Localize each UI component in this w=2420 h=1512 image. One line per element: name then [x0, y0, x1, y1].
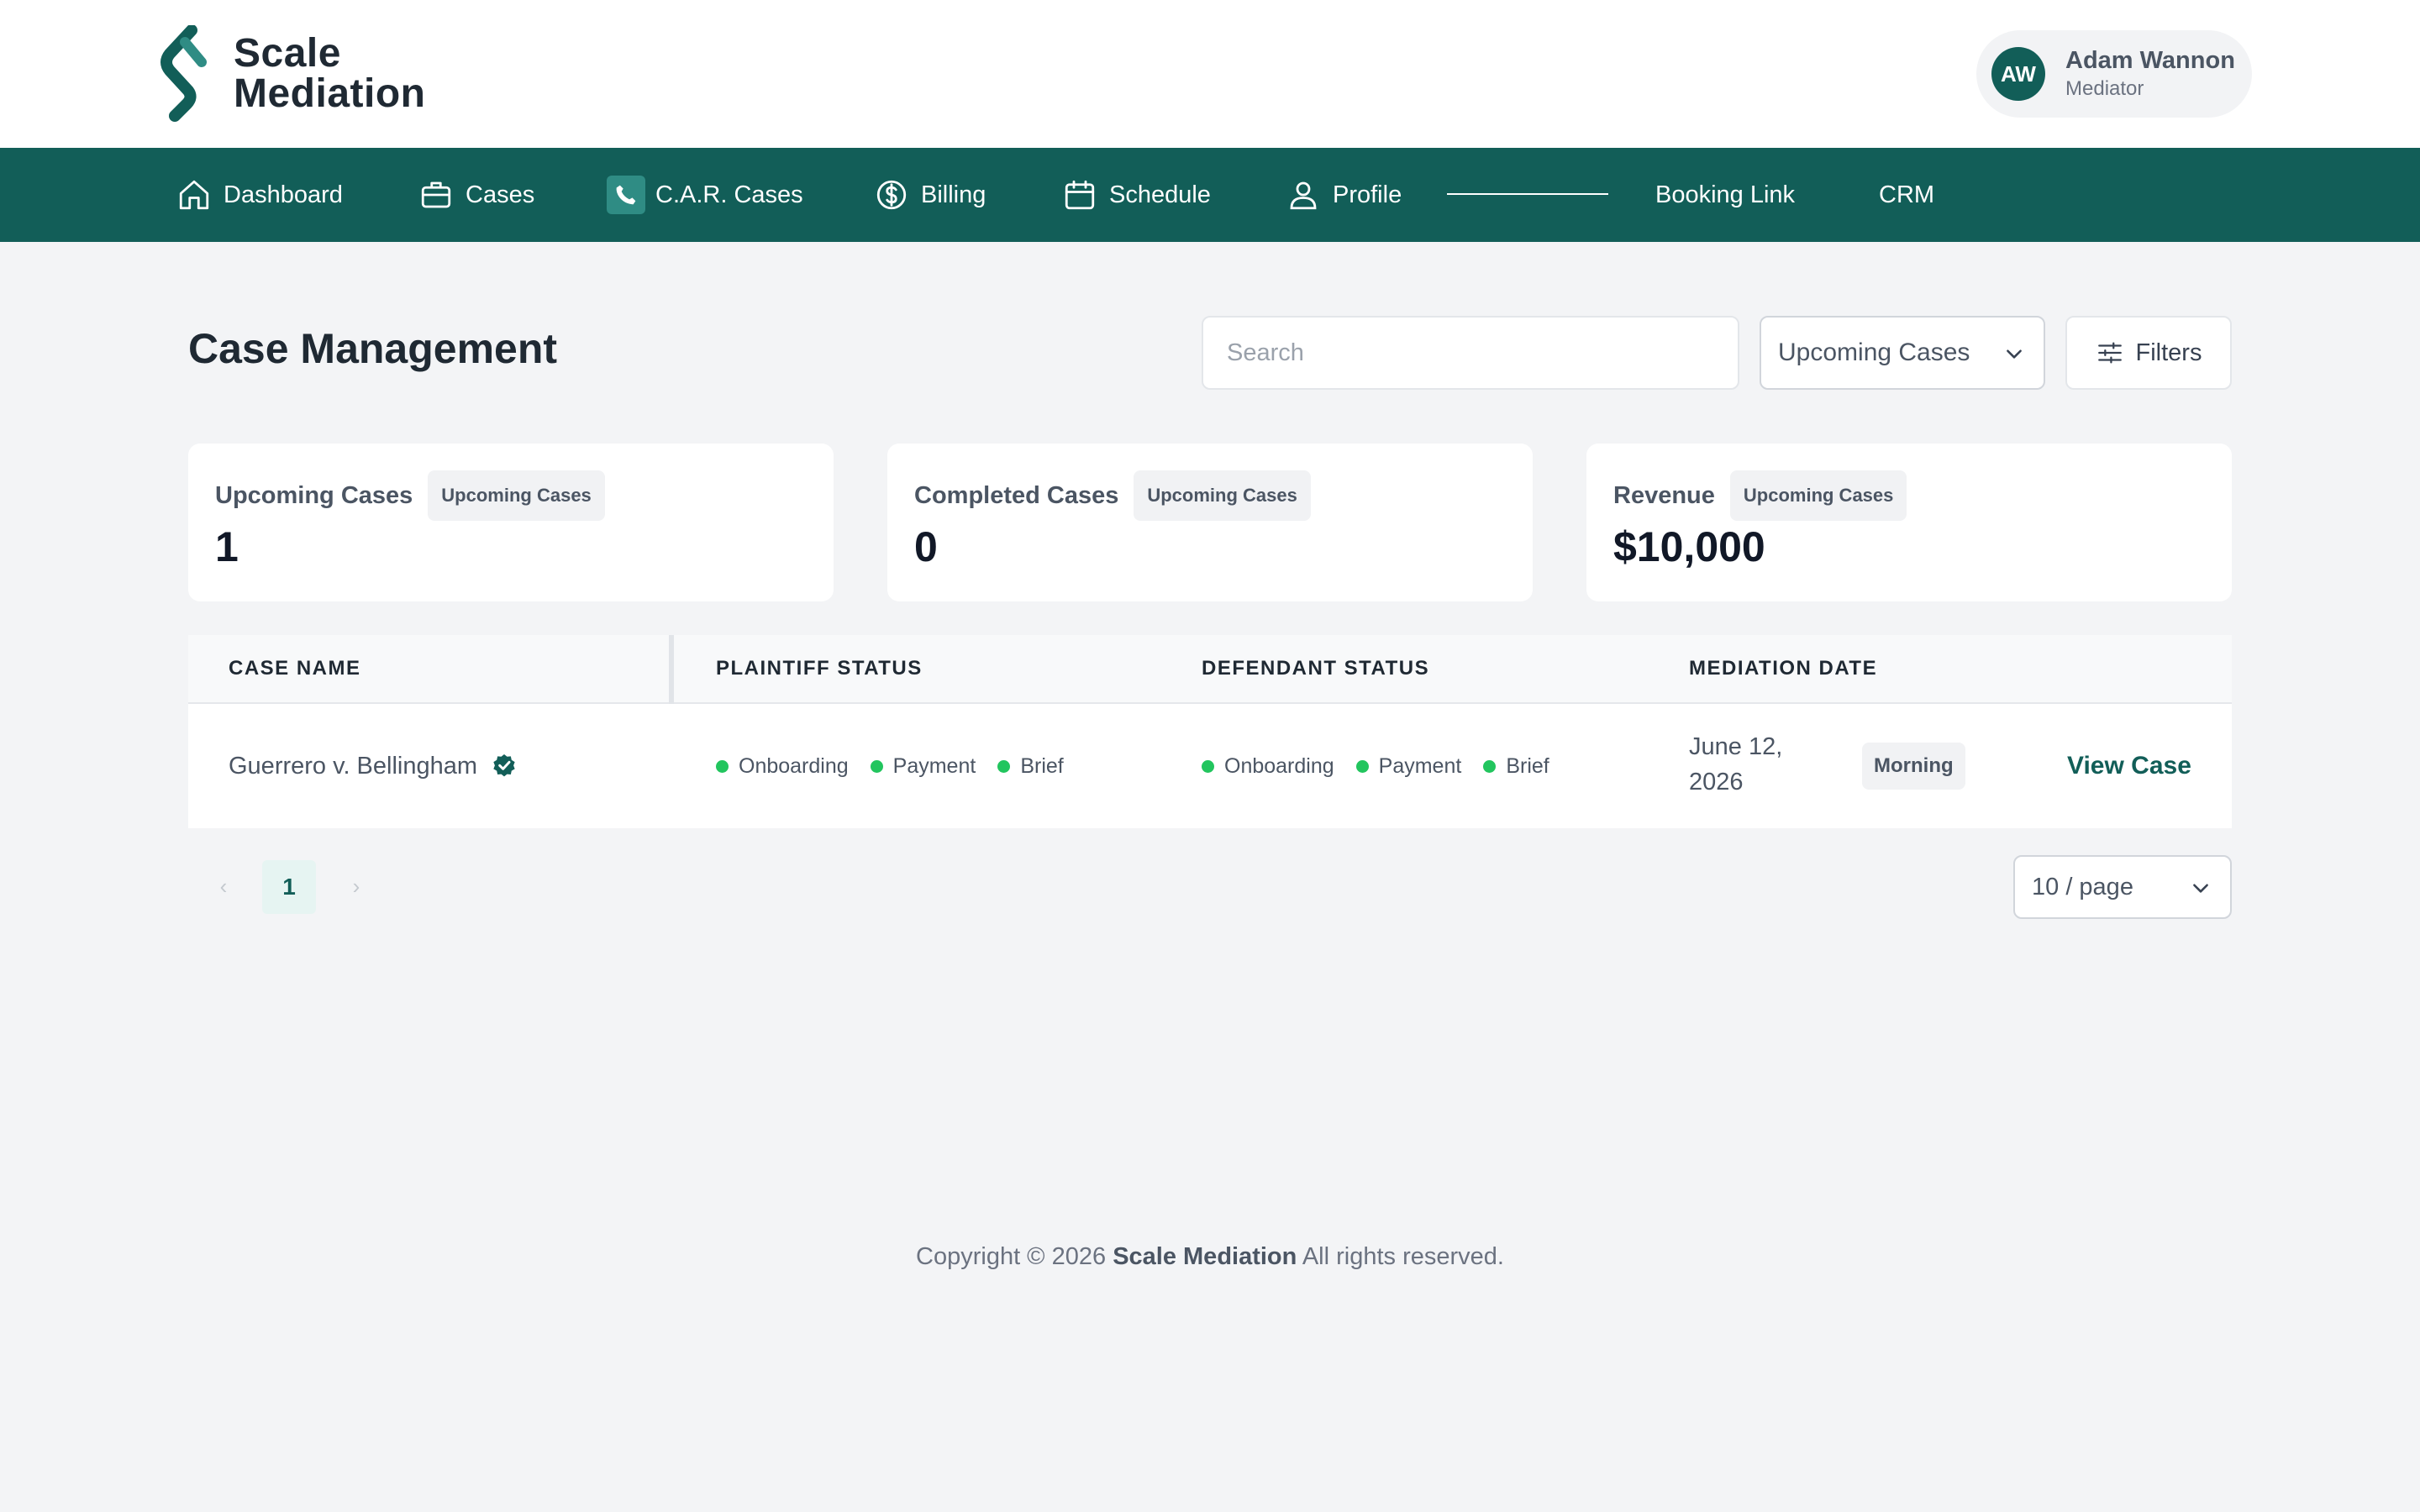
case-view-select-value: Upcoming Cases [1778, 339, 1970, 366]
stat-label: Completed Cases [914, 481, 1119, 509]
page-size-value: 10 / page [2032, 873, 2133, 900]
column-header-case-name[interactable]: CASE NAME [229, 635, 361, 702]
stat-label: Revenue [1613, 481, 1715, 509]
stat-badge: Upcoming Cases [1134, 470, 1311, 521]
user-icon [1290, 181, 1317, 210]
pagination-next-button[interactable]: › [339, 865, 373, 907]
nav-divider [1447, 193, 1608, 195]
nav-item-car-cases[interactable]: C.A.R. Cases [607, 148, 803, 242]
status-dot [997, 759, 1011, 773]
status-label: Payment [892, 753, 976, 778]
main-nav: Dashboard Cases C.A.R. Cases Billing Sch… [0, 148, 2420, 242]
avatar[interactable]: AW [1991, 47, 2045, 101]
status-dot [1355, 759, 1369, 773]
home-icon [179, 180, 209, 210]
nav-item-dashboard[interactable]: Dashboard [176, 148, 343, 242]
footer-copyright: Copyright © 2026 [916, 1243, 1107, 1270]
stat-card-completed: Completed Cases Upcoming Cases 0 [887, 444, 1533, 601]
status-onboarding: Onboarding [1202, 754, 1334, 779]
status-onboarding: Onboarding [716, 754, 849, 779]
scale-mediation-logo-icon [160, 25, 207, 122]
nav-label: C.A.R. Cases [655, 181, 803, 208]
footer-company: Scale Mediation [1113, 1243, 1297, 1270]
user-role: Mediator [2065, 77, 2144, 100]
nav-item-profile[interactable]: Profile [1286, 148, 1402, 242]
nav-label: Billing [921, 181, 986, 208]
footer: Copyright © 2026 Scale Mediation All rig… [0, 1243, 2420, 1271]
user-menu[interactable]: AW Adam Wannon Mediator [1976, 30, 2252, 118]
nav-label: CRM [1879, 181, 1935, 208]
stat-card-upcoming: Upcoming Cases Upcoming Cases 1 [188, 444, 834, 601]
phone-icon [616, 185, 636, 205]
stat-card-revenue: Revenue Upcoming Cases $10,000 [1586, 444, 2232, 601]
brand[interactable]: Scale Mediation [160, 25, 426, 122]
nav-label: Booking Link [1655, 181, 1796, 208]
sliders-icon [2097, 342, 2122, 364]
status-dot [716, 759, 729, 773]
page-size-select[interactable]: 10 / page [2013, 855, 2232, 919]
stat-value: $10,000 [1613, 523, 1765, 570]
case-name: Guerrero v. Bellingham [229, 752, 478, 780]
nav-label: Dashboard [224, 181, 343, 208]
top-header: Scale Mediation AW Adam Wannon Mediator [0, 0, 2420, 148]
chevron-down-icon [2007, 349, 2022, 359]
stat-label: Upcoming Cases [215, 481, 413, 509]
pagination-prev-button[interactable]: ‹ [207, 865, 240, 907]
nav-label: Cases [466, 181, 535, 208]
column-header-plaintiff-status[interactable]: PLAINTIFF STATUS [716, 635, 923, 702]
footer-rights: All rights reserved. [1302, 1243, 1504, 1270]
nav-item-cases[interactable]: Cases [418, 148, 534, 242]
dollar-circle-icon [876, 180, 907, 210]
stat-badge: Upcoming Cases [1729, 470, 1907, 521]
briefcase-icon [421, 181, 451, 208]
filters-button-label: Filters [2135, 339, 2202, 366]
status-label: Brief [1020, 753, 1064, 778]
status-label: Brief [1506, 753, 1549, 778]
time-slot-badge: Morning [1862, 743, 1965, 790]
phone-icon-box [607, 176, 645, 214]
brand-name: Scale Mediation [234, 30, 426, 116]
status-dot [870, 759, 883, 773]
nav-label: Schedule [1109, 181, 1211, 208]
column-resize-handle[interactable] [669, 635, 674, 704]
pagination-page-1[interactable]: 1 [262, 860, 316, 914]
status-dot [1483, 759, 1497, 773]
status-dot [1202, 759, 1214, 773]
column-header-mediation-date[interactable]: MEDIATION DATE [1689, 635, 1877, 702]
brand-line-2: Mediation [234, 71, 426, 116]
defendant-status-cell: Onboarding Payment Brief [1202, 704, 1571, 828]
status-brief: Brief [997, 753, 1064, 779]
stat-value: 0 [914, 523, 938, 570]
nav-item-booking-link[interactable]: Booking Link [1655, 148, 1795, 242]
mediation-date: June 12, 2026 [1689, 733, 1783, 795]
page-title: Case Management [188, 325, 558, 372]
nav-item-schedule[interactable]: Schedule [1062, 148, 1211, 242]
chevron-down-icon [2193, 884, 2208, 893]
user-meta: Adam Wannon Mediator [2065, 45, 2235, 102]
filters-button[interactable]: Filters [2065, 316, 2232, 390]
status-label: Payment [1378, 753, 1462, 778]
verified-badge-icon [493, 754, 515, 777]
table-header: CASE NAME PLAINTIFF STATUS DEFENDANT STA… [188, 635, 2232, 704]
plaintiff-status-cell: Onboarding Payment Brief [716, 704, 1086, 828]
status-payment: Payment [1355, 753, 1462, 779]
status-label: Onboarding [739, 753, 849, 778]
status-label: Onboarding [1224, 753, 1334, 778]
stat-badge: Upcoming Cases [428, 470, 605, 521]
view-case-link[interactable]: View Case [2067, 704, 2191, 828]
nav-item-crm[interactable]: CRM [1879, 148, 1934, 242]
case-view-select[interactable]: Upcoming Cases [1760, 316, 2045, 390]
brand-line-1: Scale [234, 30, 341, 76]
stat-value: 1 [215, 523, 239, 570]
user-name: Adam Wannon [2065, 47, 2235, 74]
case-name-cell[interactable]: Guerrero v. Bellingham [229, 704, 518, 828]
status-payment: Payment [870, 753, 976, 779]
calendar-icon [1065, 180, 1095, 210]
nav-label: Profile [1333, 181, 1402, 208]
column-header-defendant-status[interactable]: DEFENDANT STATUS [1202, 635, 1429, 702]
status-brief: Brief [1483, 754, 1549, 779]
search-input[interactable] [1202, 316, 1739, 390]
nav-item-billing[interactable]: Billing [874, 148, 986, 242]
table-row: Guerrero v. Bellingham Onboarding Paymen… [188, 704, 2232, 828]
